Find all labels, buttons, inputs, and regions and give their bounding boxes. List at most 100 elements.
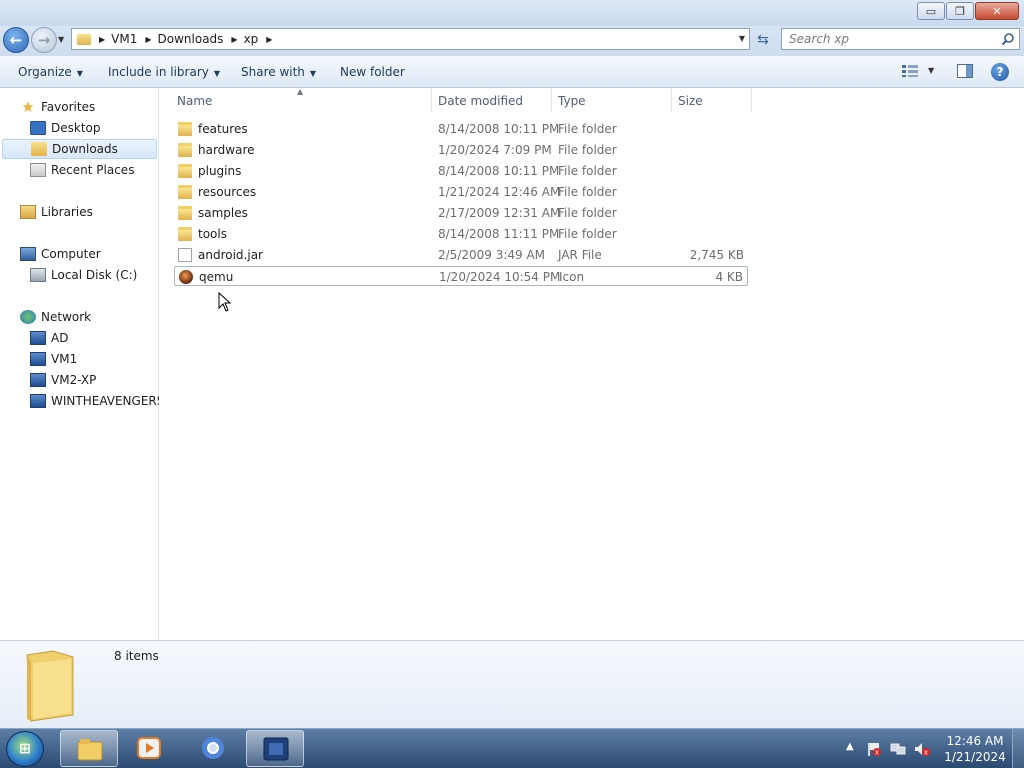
- breadcrumb-downloads[interactable]: Downloads: [158, 32, 224, 46]
- volume-muted-icon[interactable]: x: [914, 741, 930, 757]
- column-header-size[interactable]: Size: [672, 88, 752, 113]
- breadcrumb-xp[interactable]: xp: [244, 32, 259, 46]
- file-date: 1/20/2024 7:09 PM: [438, 143, 552, 157]
- minimize-button[interactable]: ▭: [917, 2, 945, 20]
- chevron-down-icon: ▼: [76, 69, 83, 78]
- folder-icon: [178, 206, 192, 220]
- column-header-name[interactable]: Name: [171, 88, 432, 113]
- taskbar-app-button[interactable]: [246, 730, 304, 767]
- restore-icon: ❐: [955, 4, 965, 18]
- system-clock[interactable]: 12:46 AM 1/21/2024: [940, 733, 1010, 765]
- command-bar: Organize ▼ Include in library ▼ Share with…: [0, 56, 1024, 88]
- breadcrumb-separator-icon[interactable]: ▶: [266, 35, 272, 44]
- share-with-button[interactable]: Share with ▼: [241, 65, 316, 79]
- view-options-dropdown-icon[interactable]: ▼: [928, 66, 934, 75]
- breadcrumb-separator-icon[interactable]: ▶: [145, 35, 151, 44]
- svg-text:x: x: [875, 749, 879, 757]
- file-row-qemu[interactable]: qemu 1/20/2024 10:54 PM Icon 4 KB: [174, 266, 748, 286]
- back-button[interactable]: ←: [3, 27, 29, 53]
- file-name: plugins: [198, 164, 242, 178]
- file-name: resources: [198, 185, 257, 199]
- column-header-type[interactable]: Type: [552, 88, 672, 113]
- taskbar-media-player-button[interactable]: [120, 730, 178, 767]
- network-computer-icon: [30, 352, 46, 366]
- recent-places-icon: [30, 163, 46, 177]
- search-input[interactable]: [789, 29, 989, 49]
- taskbar-explorer-button[interactable]: [60, 730, 118, 767]
- nav-recent-places[interactable]: Recent Places: [0, 160, 158, 180]
- file-row-plugins[interactable]: plugins 8/14/2008 10:11 PM File folder: [174, 161, 748, 181]
- refresh-button[interactable]: ⇆: [752, 30, 774, 50]
- file-row-tools[interactable]: tools 8/14/2008 11:11 PM File folder: [174, 224, 748, 244]
- taskbar-chrome-button[interactable]: [184, 730, 242, 767]
- nav-network-ad[interactable]: AD: [0, 328, 158, 348]
- address-dropdown-icon[interactable]: ▼: [739, 34, 745, 43]
- address-bar[interactable]: ▶ VM1 ▶ Downloads ▶ xp ▶ ▼: [71, 28, 750, 50]
- include-in-library-button[interactable]: Include in library ▼: [108, 65, 220, 79]
- file-row-android-jar[interactable]: android.jar 2/5/2009 3:49 AM JAR File 2,…: [174, 245, 748, 265]
- back-arrow-icon: ←: [9, 31, 23, 49]
- windows-logo-icon: ⊞: [19, 741, 31, 757]
- file-name: tools: [198, 227, 227, 241]
- folder-icon: [178, 143, 192, 157]
- action-center-flag-icon[interactable]: x: [866, 741, 882, 757]
- file-date: 1/20/2024 10:54 PM: [439, 270, 561, 284]
- file-type: File folder: [558, 164, 617, 178]
- file-name: hardware: [198, 143, 255, 157]
- folder-icon: [26, 650, 74, 722]
- file-row-resources[interactable]: resources 1/21/2024 12:46 AM File folder: [174, 182, 748, 202]
- nav-network-vm2-xp[interactable]: VM2-XP: [0, 370, 158, 390]
- nav-desktop[interactable]: Desktop: [0, 118, 158, 138]
- file-date: 1/21/2024 12:46 AM: [438, 185, 561, 199]
- nav-libraries[interactable]: Libraries: [20, 202, 150, 222]
- change-view-icon[interactable]: [902, 65, 918, 77]
- file-list: ▲ Name Date modified Type Size features …: [159, 87, 1024, 640]
- maximize-button[interactable]: ❐: [946, 2, 974, 20]
- start-button[interactable]: ⊞: [6, 731, 44, 767]
- file-size: [664, 182, 744, 202]
- taskbar: ⊞ ▲ x x 12:46 AM 1/21/2024: [0, 728, 1024, 768]
- organize-button[interactable]: Organize ▼: [18, 65, 83, 79]
- nav-network-wintheavengers[interactable]: WINTHEAVENGERS: [0, 391, 164, 411]
- nav-favorites[interactable]: ★ Favorites: [20, 97, 150, 117]
- nav-network-vm1[interactable]: VM1: [0, 349, 158, 369]
- breadcrumb-separator-icon[interactable]: ▶: [231, 35, 237, 44]
- nav-local-disk[interactable]: Local Disk (C:): [0, 265, 158, 285]
- folder-icon: [178, 122, 192, 136]
- item-count: 8 items: [114, 649, 159, 663]
- navigation-pane: ★ Favorites Desktop Downloads Recent Plac…: [0, 88, 164, 640]
- nav-computer[interactable]: Computer: [20, 244, 150, 264]
- file-row-hardware[interactable]: hardware 1/20/2024 7:09 PM File folder: [174, 140, 748, 160]
- show-desktop-button[interactable]: [1012, 729, 1024, 768]
- file-size: [664, 119, 744, 139]
- search-icon[interactable]: [1001, 32, 1015, 46]
- help-icon[interactable]: ?: [991, 63, 1009, 81]
- file-type: JAR File: [558, 248, 602, 262]
- address-row: ← → ▼ ▶ VM1 ▶ Downloads ▶ xp ▶ ▼ ⇆: [0, 26, 1024, 56]
- window-controls: ▭ ❐ ✕: [916, 2, 1019, 20]
- show-hidden-icons-icon[interactable]: ▲: [846, 741, 854, 752]
- preview-pane-icon[interactable]: [957, 64, 973, 78]
- breadcrumb-separator-icon[interactable]: ▶: [99, 35, 105, 44]
- close-button[interactable]: ✕: [975, 2, 1019, 20]
- search-box[interactable]: [781, 28, 1020, 50]
- breadcrumb-vm1[interactable]: VM1: [111, 32, 137, 46]
- network-status-icon[interactable]: [890, 741, 906, 757]
- forward-button[interactable]: →: [31, 27, 57, 53]
- file-explorer-icon: [77, 739, 103, 761]
- file-type: File folder: [558, 143, 617, 157]
- file-date: 8/14/2008 11:11 PM: [438, 227, 560, 241]
- nav-network[interactable]: Network: [20, 307, 150, 327]
- column-header-date-modified[interactable]: Date modified: [432, 88, 552, 113]
- title-bar: ▭ ❐ ✕: [0, 0, 1024, 26]
- file-row-features[interactable]: features 8/14/2008 10:11 PM File folder: [174, 119, 748, 139]
- folder-icon: [178, 185, 192, 199]
- file-row-samples[interactable]: samples 2/17/2009 12:31 AM File folder: [174, 203, 748, 223]
- nav-downloads[interactable]: Downloads: [2, 139, 157, 159]
- browser-icon: [202, 737, 224, 759]
- desktop-icon: [30, 121, 46, 135]
- recent-pages-dropdown-icon[interactable]: ▼: [58, 35, 64, 44]
- file-type: Icon: [559, 270, 585, 284]
- new-folder-button[interactable]: New folder: [340, 65, 405, 79]
- qemu-icon: [179, 270, 193, 284]
